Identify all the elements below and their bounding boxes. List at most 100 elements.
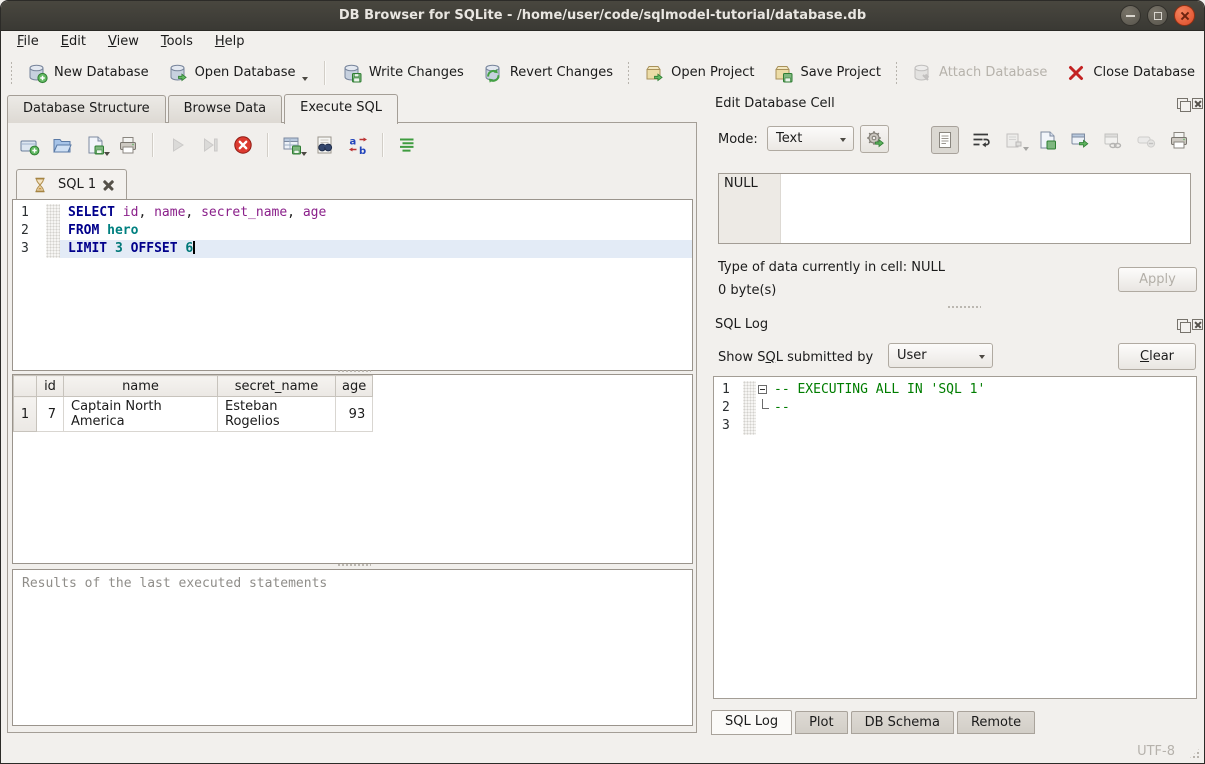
log-text: -- EXECUTING ALL IN 'SQL 1' [774,381,985,399]
resize-grip[interactable] [1188,747,1201,760]
tab-execute-sql[interactable]: Execute SQL [284,94,398,124]
close-database-button[interactable]: Close Database [1056,58,1204,88]
toolbar-drag-handle[interactable] [627,61,629,85]
cell-id[interactable]: 7 [37,397,64,432]
splitter-handle[interactable] [337,563,371,568]
splitter-handle[interactable] [947,305,981,310]
close-window-button[interactable] [1174,5,1195,26]
dock-tab-sql-log[interactable]: SQL Log [711,710,792,735]
dropdown-caret-icon[interactable] [301,152,307,156]
print-cell-icon[interactable] [1168,129,1190,151]
open-database-icon [167,62,189,84]
clear-log-button[interactable]: Clear [1118,343,1196,370]
float-panel-icon[interactable] [1177,98,1188,109]
hourglass-icon [29,174,51,196]
cell-editor[interactable]: NULL [718,173,1191,244]
sql-editor[interactable]: 1SELECT id, name, secret_name, age2FROM … [12,199,693,371]
menu-tools[interactable]: Tools [157,32,197,54]
cell-name[interactable]: Captain North America [64,397,218,432]
log-text: -- [774,399,790,417]
log-panel-title: SQL Log [715,317,768,332]
cell-age[interactable]: 93 [336,397,373,432]
menu-view[interactable]: View [104,32,143,54]
tab-database-structure[interactable]: Database Structure [7,95,166,123]
main-tab-bar: Database Structure Browse DataExecute SQL [7,93,400,123]
toolbar-drag-handle[interactable] [10,61,12,85]
dropdown-caret-icon[interactable] [1023,147,1029,151]
line-number: 3 [13,240,46,258]
execute-line-icon[interactable] [199,134,221,156]
save-sql-file-icon[interactable] [84,134,106,156]
tab-browse-data[interactable]: Browse Data [168,95,283,123]
close-panel-icon[interactable] [1192,98,1203,109]
sql-editor-line[interactable]: 3LIMIT 3 OFFSET 6 [13,240,692,258]
table-row: 17Captain North AmericaEsteban Rogelios9… [14,397,386,432]
attach-database-button[interactable]: Attach Database [902,58,1056,88]
mode-dropdown[interactable]: Text [767,126,854,151]
menu-file[interactable]: File [13,32,43,54]
word-wrap-icon[interactable] [970,129,992,151]
column-header-age[interactable]: age [336,376,373,397]
results-grid[interactable]: idnamesecret_nameage17Captain North Amer… [12,374,693,564]
stop-execution-icon[interactable] [232,134,254,156]
maximize-window-button[interactable] [1147,5,1168,26]
sql-editor-line[interactable]: 1SELECT id, name, secret_name, age [13,204,692,222]
sql-log-editor[interactable]: 1-- EXECUTING ALL IN 'SQL 1'2--3 [713,376,1197,699]
link-data-icon[interactable] [1102,129,1124,151]
minimize-window-button[interactable] [1120,5,1141,26]
menu-edit[interactable]: Edit [57,32,90,54]
window-title: DB Browser for SQLite - /home/user/code/… [1,1,1204,31]
format-sql-icon[interactable] [396,134,418,156]
execute-all-icon[interactable] [166,134,188,156]
save-results-icon[interactable] [281,134,303,156]
open-project-button[interactable]: Open Project [634,58,763,88]
apply-button[interactable]: Apply [1118,267,1197,292]
app-window: DB Browser for SQLite - /home/user/code/… [0,0,1205,764]
write-changes-button[interactable]: Write Changes [332,58,473,88]
new-sql-tab-icon[interactable] [18,134,40,156]
dropdown-caret-icon[interactable] [104,152,110,156]
open-sql-file-icon[interactable] [51,134,73,156]
cell-editor-content[interactable] [781,174,1190,243]
close-panel-icon[interactable] [1192,319,1203,330]
results-message-pane: Results of the last executed statements [12,569,693,726]
grid-corner-header[interactable] [14,376,37,397]
fold-margin [743,417,756,435]
print-sql-icon[interactable] [117,134,139,156]
save-data-icon[interactable] [1036,129,1058,151]
revert-changes-button[interactable]: Revert Changes [473,58,622,88]
close-database-icon [1065,62,1087,84]
dock-tab-plot[interactable]: Plot [795,711,848,734]
column-header-id[interactable]: id [37,376,64,397]
find-text-icon[interactable] [314,134,336,156]
replace-text-icon[interactable]: ab [347,134,369,156]
dock-tab-db-schema[interactable]: DB Schema [851,711,954,734]
new-database-button[interactable]: New Database [17,58,158,88]
log-filter-dropdown[interactable]: User [888,343,993,368]
dropdown-caret-icon[interactable] [302,77,308,81]
toolbar-button-label: Close Database [1093,65,1195,80]
dock-tab-remote[interactable]: Remote [957,711,1035,734]
text-view-icon[interactable] [931,126,959,154]
float-panel-icon[interactable] [1177,319,1188,330]
row-header[interactable]: 1 [14,397,37,432]
set-null-icon[interactable] [1135,129,1157,151]
menu-help[interactable]: Help [211,32,249,54]
export-data-icon[interactable] [1069,129,1091,151]
column-header-secret_name[interactable]: secret_name [218,376,336,397]
sql-editor-line[interactable]: 2FROM hero [13,222,692,240]
tab-label: Database Structure [23,101,150,116]
splitter-handle[interactable] [337,369,371,374]
sql-editor-tab[interactable]: SQL 1 [16,169,127,199]
apply-settings-button[interactable] [860,125,889,153]
column-header-name[interactable]: name [64,376,218,397]
open-database-button[interactable]: Open Database [158,58,318,88]
close-sql-tab-icon[interactable] [103,179,114,190]
toolbar-button-label: Open Database [195,65,296,80]
import-data-icon[interactable] [1003,129,1025,151]
toolbar-drag-handle[interactable] [895,61,897,85]
cell-panel-controls [1177,98,1203,109]
fold-marker[interactable] [756,381,774,394]
save-project-button[interactable]: Save Project [763,58,890,88]
cell-secret_name[interactable]: Esteban Rogelios [218,397,336,432]
